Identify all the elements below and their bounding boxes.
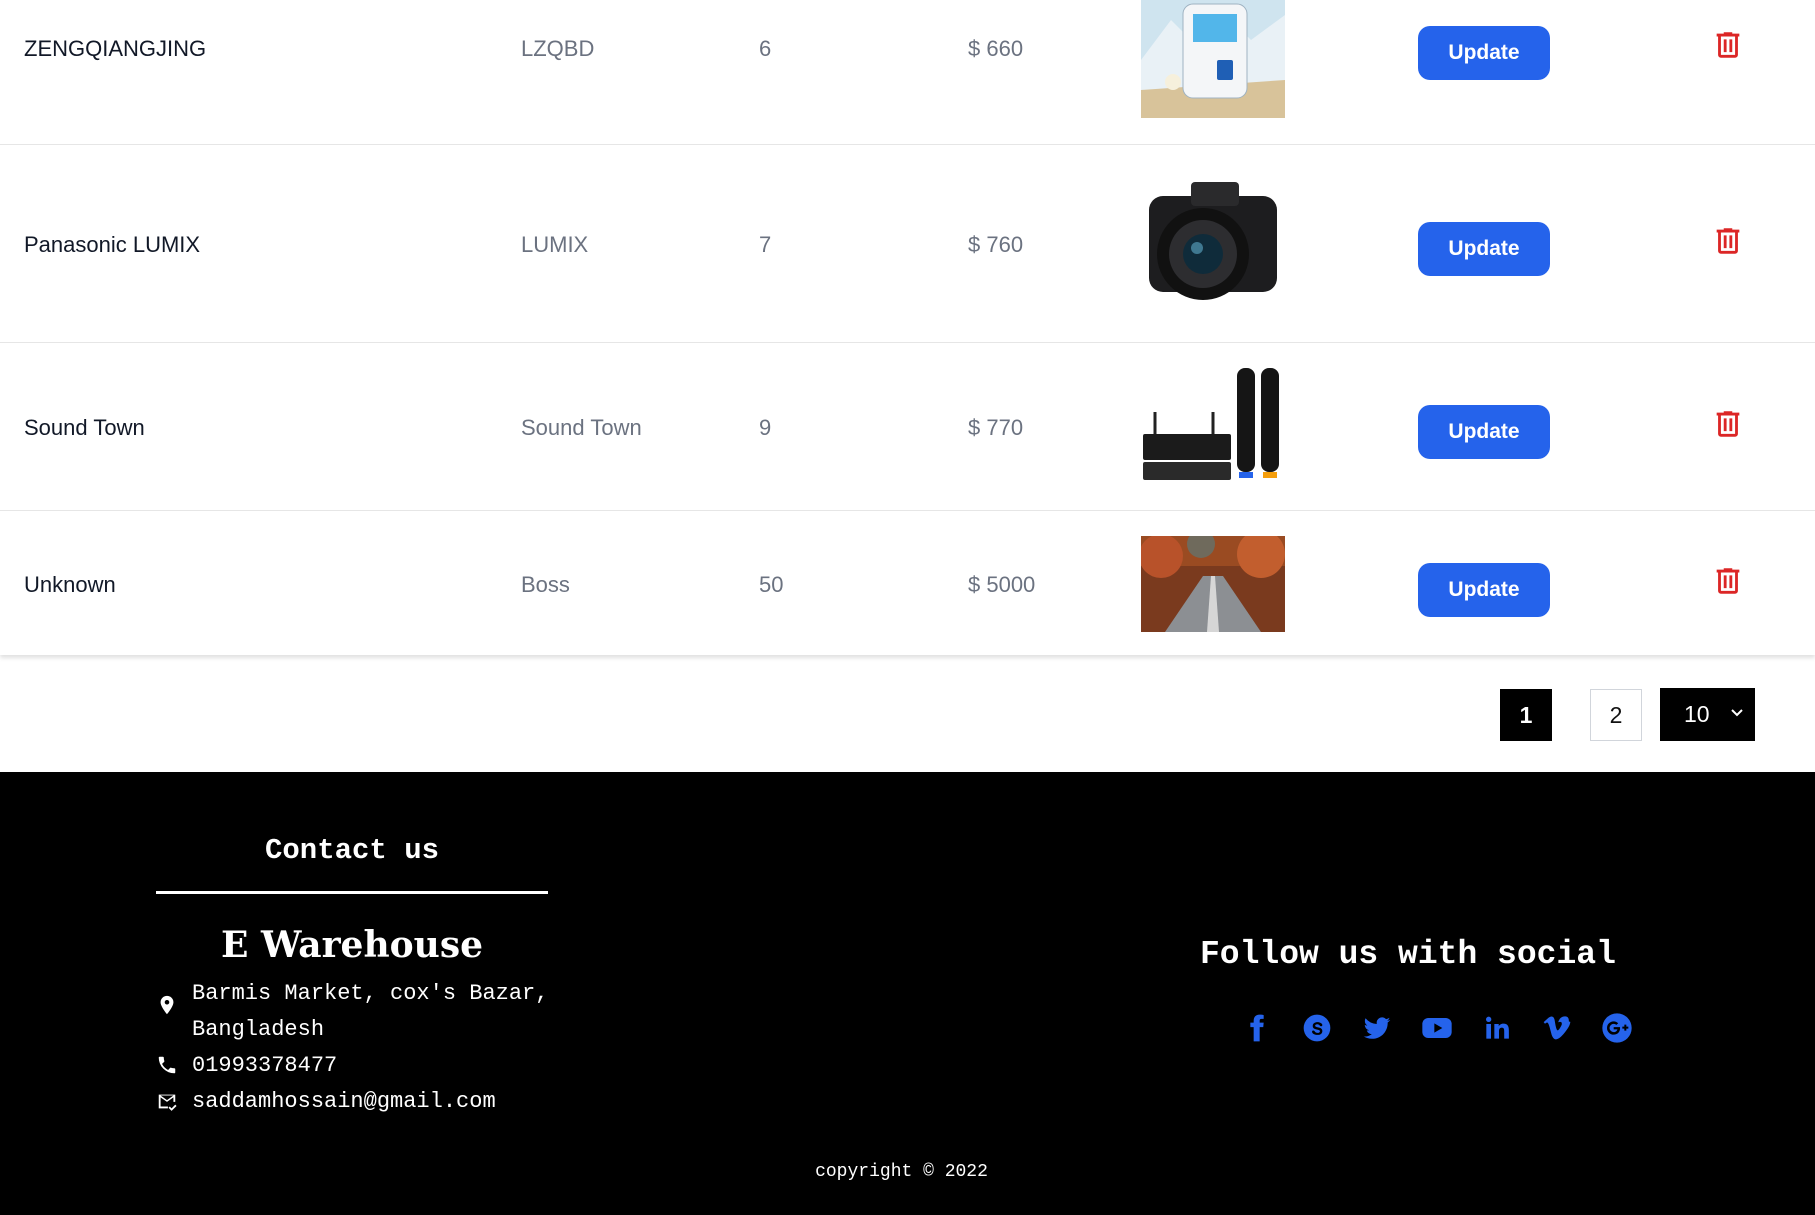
product-supplier: Boss [521, 572, 570, 597]
brand-name: E Warehouse [220, 924, 483, 966]
microphone-set-photo [1141, 366, 1285, 484]
chevron-down-icon [1731, 709, 1743, 717]
update-button[interactable]: Update [1418, 405, 1550, 459]
location-pin-icon [160, 995, 174, 1015]
trash-icon [1716, 568, 1740, 594]
page-size-select[interactable]: 10 [1660, 688, 1755, 741]
page-button-1[interactable]: 1 [1500, 689, 1552, 741]
product-price: $ 660 [968, 36, 1024, 61]
product-supplier: LZQBD [521, 36, 595, 61]
product-name: Panasonic LUMIX [24, 232, 201, 257]
delete-button[interactable] [1711, 224, 1745, 258]
follow-title: Follow us with social [1200, 936, 1616, 973]
product-quantity: 6 [759, 36, 772, 61]
mail-check-icon [158, 1094, 177, 1111]
table-row: Sound Town Sound Town 9 $ 770 Update [0, 342, 1815, 511]
twitter-icon[interactable] [1357, 1008, 1397, 1048]
google-plus-icon[interactable] [1597, 1008, 1637, 1048]
product-price: $ 5000 [968, 572, 1036, 597]
table-row: ZENGQIANGJING LZQBD 6 $ 660 Update [0, 0, 1815, 145]
linkedin-icon[interactable] [1477, 1008, 1517, 1048]
product-quantity: 7 [759, 232, 772, 257]
product-name: Sound Town [24, 415, 145, 440]
skype-icon[interactable] [1297, 1008, 1337, 1048]
product-name: Unknown [24, 572, 116, 597]
product-price: $ 770 [968, 415, 1024, 440]
product-supplier: LUMIX [521, 232, 589, 257]
trash-icon [1716, 32, 1740, 58]
footer: Contact us E Warehouse Barmis Market, co… [0, 772, 1815, 1215]
camera-photo [1141, 168, 1285, 318]
contact-divider [156, 891, 548, 894]
trash-icon [1716, 411, 1740, 437]
trash-icon [1716, 228, 1740, 254]
phone-text: 01993378477 [192, 1053, 338, 1078]
table-row: Unknown Boss 50 $ 5000 Update [0, 510, 1815, 655]
products-table: ZENGQIANGJING LZQBD 6 $ 660 Update Panas… [0, 0, 1815, 655]
product-quantity: 9 [759, 415, 772, 440]
product-quantity: 50 [759, 572, 784, 597]
address-text: Barmis Market, cox's Bazar, Bangladesh [192, 981, 549, 1042]
page-size-value: 10 [1684, 701, 1710, 727]
contact-title: Contact us [264, 834, 440, 867]
update-button[interactable]: Update [1418, 26, 1550, 80]
delete-button[interactable] [1711, 407, 1745, 441]
product-price: $ 760 [968, 232, 1024, 257]
delete-button[interactable] [1711, 28, 1745, 62]
page-button-2[interactable]: 2 [1590, 689, 1642, 741]
vimeo-icon[interactable] [1537, 1008, 1577, 1048]
autumn-road-photo [1141, 536, 1285, 632]
youtube-icon[interactable] [1417, 1008, 1457, 1048]
product-name: ZENGQIANGJING [24, 36, 207, 61]
copyright-text: copyright © 2022 [815, 1162, 988, 1182]
table-row: Panasonic LUMIX LUMIX 7 $ 760 Update [0, 144, 1815, 343]
delete-button[interactable] [1711, 564, 1745, 598]
product-supplier: Sound Town [521, 415, 642, 440]
phone-icon [158, 1056, 176, 1074]
facebook-icon[interactable] [1237, 1008, 1277, 1048]
air-cooler-photo [1141, 0, 1285, 118]
update-button[interactable]: Update [1418, 563, 1550, 617]
email-text: saddamhossain@gmail.com [192, 1089, 496, 1114]
update-button[interactable]: Update [1418, 222, 1550, 276]
